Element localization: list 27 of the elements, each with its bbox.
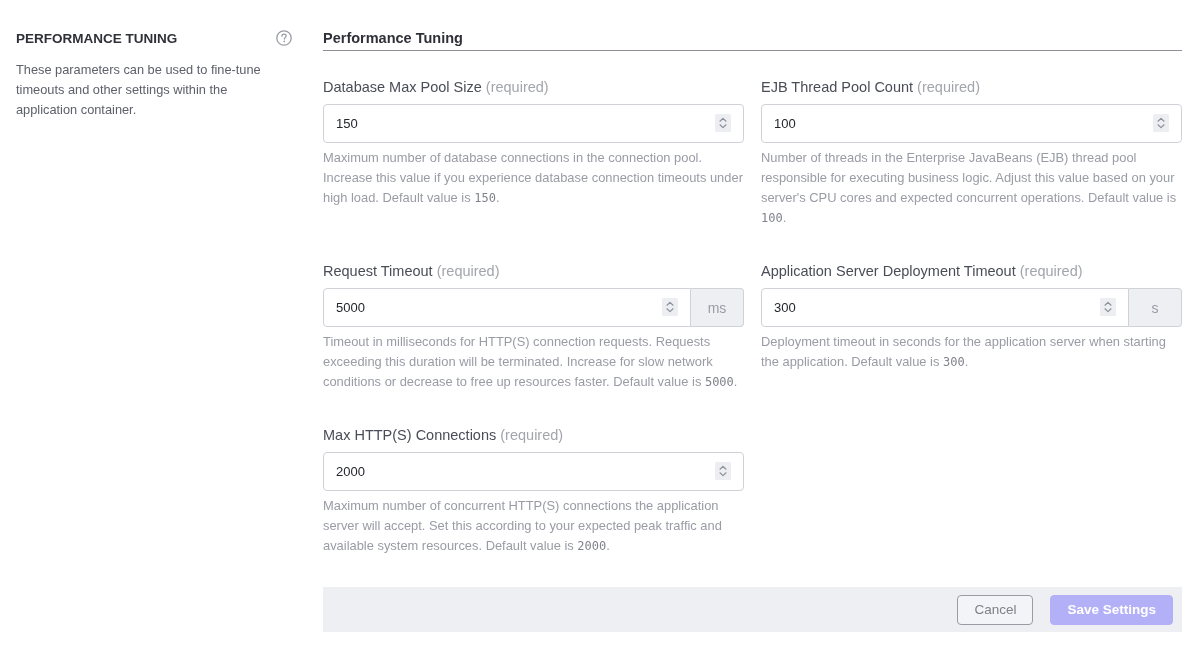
help-text: Deployment timeout in seconds for the application server when starting the application. Default value is 300. <box>761 333 1167 371</box>
cancel-button[interactable]: Cancel <box>957 594 1034 625</box>
number-input[interactable]: 100 <box>761 104 1182 143</box>
field-label: EJB Thread Pool Count (required) <box>761 78 980 97</box>
field-label: Max HTTP(S) Connections (required) <box>323 426 564 445</box>
help-text: Maximum number of database connections in the connection pool. Increase this value if you experience database connection timeouts under high load. Default value is 150. <box>323 149 744 207</box>
field-label: Request Timeout (required) <box>323 262 500 281</box>
form-heading: Performance Tuning <box>323 29 463 48</box>
number-input[interactable]: 150 <box>323 104 744 143</box>
field-label: Application Server Deployment Timeout (required) <box>761 262 1083 281</box>
help-text: Number of threads in the Enterprise JavaBeans (EJB) thread pool responsible for executing business logic. Adjust this value based on your server's CPU cores and expected concurrent operations. Default value is 100. <box>761 149 1178 227</box>
help-icon[interactable] <box>276 30 292 46</box>
field-label: Database Max Pool Size (required) <box>323 78 549 97</box>
number-input[interactable]: 300 <box>761 288 1129 327</box>
up-down-chevron-icon[interactable] <box>715 462 731 480</box>
up-down-chevron-icon[interactable] <box>662 298 678 316</box>
unit-label: s <box>1129 288 1182 327</box>
section-title: PERFORMANCE TUNING <box>16 30 178 46</box>
help-text: Timeout in milliseconds for HTTP(S) connection requests. Requests exceeding this duration will be terminated. Increase for slow network conditions or decrease to free up resources faster. Default value is 5000. <box>323 333 739 391</box>
unit-label: ms <box>691 288 744 327</box>
section-description: These parameters can be used to fine-tune timeouts and other settings within the application container. <box>16 61 262 119</box>
help-text: Maximum number of concurrent HTTP(S) connections the application server will accept. Set this according to your expected peak traffic and available system resources. Default value is 2000. <box>323 497 723 555</box>
number-input[interactable]: 2000 <box>323 452 744 491</box>
up-down-chevron-icon[interactable] <box>715 114 731 132</box>
up-down-chevron-icon[interactable] <box>1153 114 1169 132</box>
number-input[interactable]: 5000 <box>323 288 691 327</box>
up-down-chevron-icon[interactable] <box>1100 298 1116 316</box>
